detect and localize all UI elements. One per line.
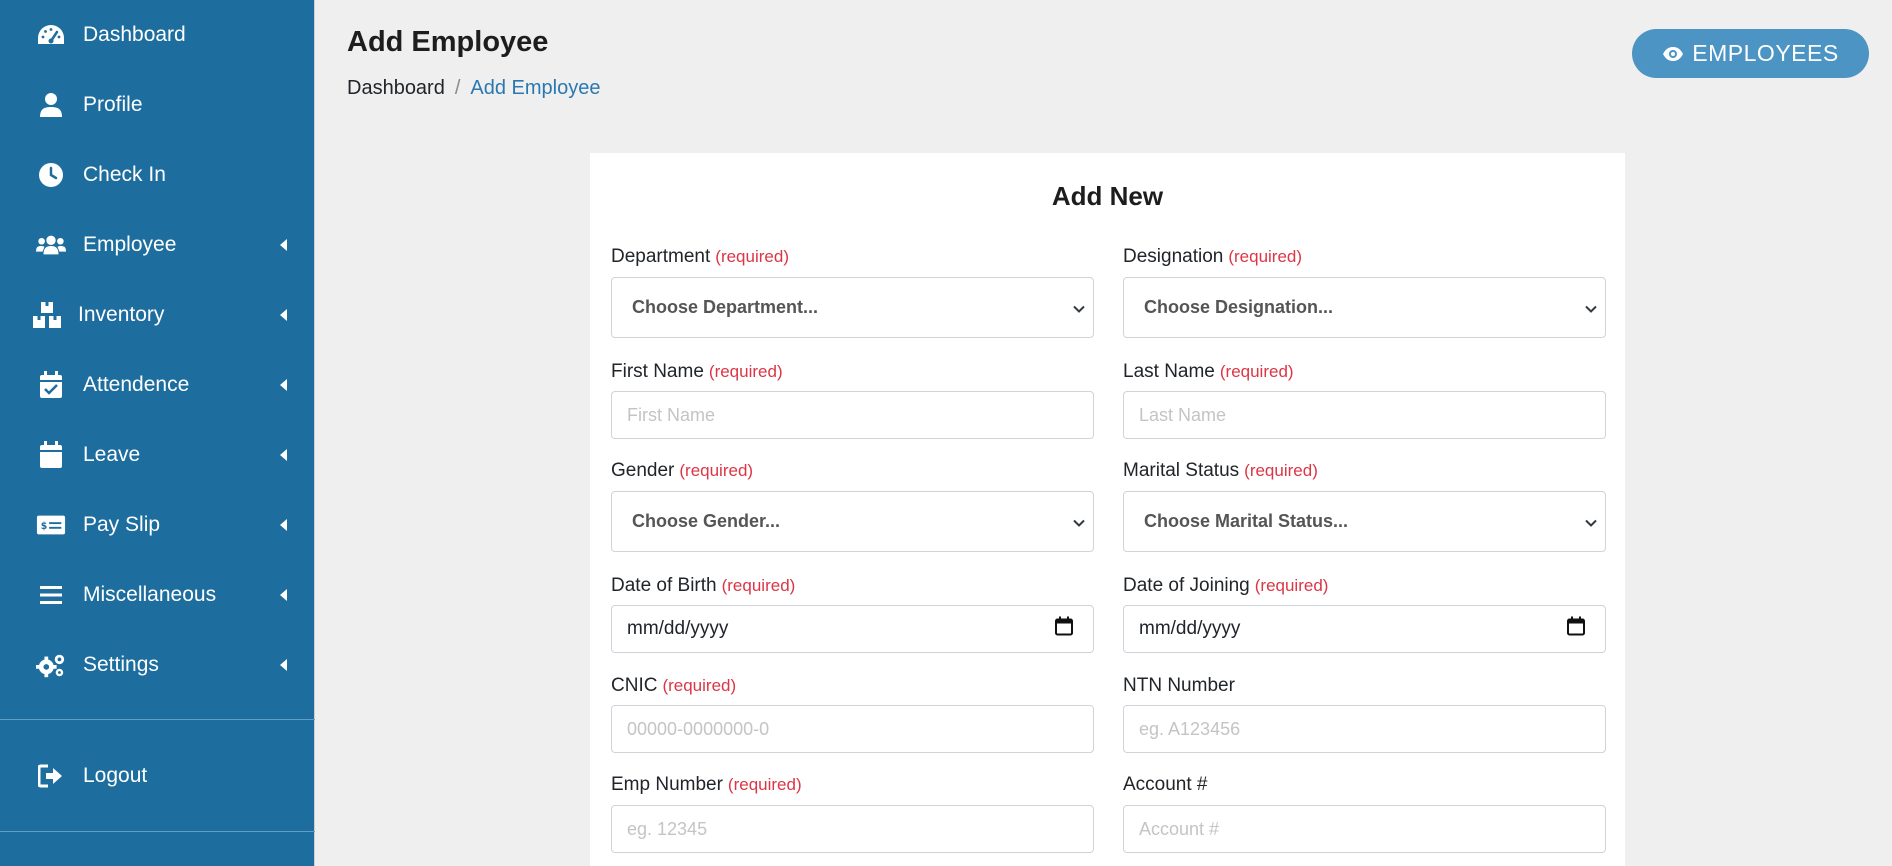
calendar-icon[interactable] (1055, 616, 1073, 642)
sidebar: Dashboard Profile Check In Employee Inve… (0, 0, 315, 866)
add-employee-form-card: Add New Department (required) Choose Depa… (590, 153, 1625, 866)
gender-select[interactable]: Choose Gender... (611, 491, 1094, 552)
chevron-down-icon (1073, 511, 1085, 532)
breadcrumb-separator: / (454, 77, 461, 99)
eye-icon (1662, 46, 1692, 62)
department-label: Department (required) (611, 246, 789, 267)
caret-left-icon (280, 519, 287, 531)
calendar-check-icon (36, 370, 66, 400)
employees-button-label: EMPLOYEES (1692, 40, 1839, 66)
cnic-input[interactable] (611, 705, 1094, 753)
sidebar-item-settings[interactable]: Settings (0, 630, 315, 700)
chevron-down-icon (1585, 297, 1597, 318)
caret-left-icon (280, 589, 287, 601)
sidebar-divider (0, 831, 315, 832)
first-name-input[interactable] (611, 391, 1094, 439)
dob-label: Date of Birth (required) (611, 575, 796, 596)
chevron-down-icon (1073, 297, 1085, 318)
calendar-icon (36, 440, 66, 470)
sidebar-item-inventory[interactable]: Inventory (0, 280, 315, 350)
svg-text:$: $ (41, 521, 48, 532)
sidebar-item-profile[interactable]: Profile (0, 70, 315, 140)
designation-select-value: Choose Designation... (1144, 297, 1334, 317)
sidebar-item-pay-slip[interactable]: $ Pay Slip (0, 490, 315, 560)
caret-left-icon (280, 449, 287, 461)
emp-number-label: Emp Number (required) (611, 774, 802, 795)
sidebar-item-miscellaneous[interactable]: Miscellaneous (0, 560, 315, 630)
breadcrumb: Dashboard / Add Employee (347, 77, 600, 100)
dob-date-input[interactable]: mm/dd/yyyy (611, 605, 1094, 653)
emp-number-input[interactable] (611, 805, 1094, 853)
caret-left-icon (280, 309, 287, 321)
chevron-down-icon (1585, 511, 1597, 532)
sidebar-item-employee[interactable]: Employee (0, 210, 315, 280)
sidebar-item-check-in[interactable]: Check In (0, 140, 315, 210)
form-title: Add New (1051, 181, 1164, 211)
breadcrumb-current: Add Employee (470, 77, 601, 99)
sidebar-item-label: Leave (83, 443, 141, 466)
sidebar-item-label: Settings (83, 653, 159, 676)
caret-left-icon (280, 379, 287, 391)
page-title: Add Employee (347, 26, 549, 58)
cogs-icon (36, 650, 66, 680)
sidebar-item-attendence[interactable]: Attendence (0, 350, 315, 420)
caret-left-icon (280, 239, 287, 251)
sidebar-item-label: Dashboard (83, 23, 186, 46)
doj-label: Date of Joining (required) (1123, 575, 1329, 596)
sidebar-item-logout[interactable]: Logout (0, 741, 315, 811)
bars-icon (36, 580, 66, 610)
ntn-number-label: NTN Number (1123, 675, 1235, 696)
sidebar-divider (0, 719, 315, 720)
sidebar-item-label: Check In (83, 163, 166, 186)
cnic-label: CNIC (required) (611, 675, 737, 696)
department-select-value: Choose Department... (632, 297, 819, 317)
breadcrumb-dashboard-link[interactable]: Dashboard (347, 77, 445, 100)
designation-select[interactable]: Choose Designation... (1123, 277, 1606, 338)
account-number-input[interactable] (1123, 805, 1606, 853)
gender-select-value: Choose Gender... (632, 511, 781, 531)
designation-label: Designation (required) (1123, 246, 1303, 267)
account-number-label: Account # (1123, 774, 1208, 795)
marital-status-label: Marital Status (required) (1123, 460, 1318, 481)
sidebar-item-dashboard[interactable]: Dashboard (0, 0, 315, 70)
clock-icon (36, 160, 66, 190)
gender-label: Gender (required) (611, 460, 754, 481)
sidebar-item-label: Employee (83, 233, 177, 256)
sidebar-item-label: Pay Slip (83, 513, 161, 536)
doj-date-input[interactable]: mm/dd/yyyy (1123, 605, 1606, 653)
sidebar-item-label: Miscellaneous (83, 583, 217, 606)
marital-status-select-value: Choose Marital Status... (1144, 511, 1349, 531)
tachometer-icon (36, 20, 66, 50)
last-name-input[interactable] (1123, 391, 1606, 439)
sidebar-item-label: Inventory (78, 303, 165, 326)
sidebar-item-label: Attendence (83, 373, 190, 396)
boxes-icon (32, 300, 62, 330)
sidebar-item-leave[interactable]: Leave (0, 420, 315, 490)
dob-date-value: mm/dd/yyyy (627, 618, 729, 639)
department-select[interactable]: Choose Department... (611, 277, 1094, 338)
caret-left-icon (280, 659, 287, 671)
sidebar-item-label: Profile (83, 93, 143, 116)
sidebar-item-label: Logout (83, 764, 148, 787)
marital-status-select[interactable]: Choose Marital Status... (1123, 491, 1606, 552)
last-name-label: Last Name (required) (1123, 361, 1294, 382)
money-check-icon: $ (36, 510, 66, 540)
ntn-number-input[interactable] (1123, 705, 1606, 753)
first-name-label: First Name (required) (611, 361, 783, 382)
calendar-icon[interactable] (1567, 616, 1585, 642)
employees-button[interactable]: EMPLOYEES (1632, 29, 1869, 78)
users-icon (36, 230, 66, 260)
doj-date-value: mm/dd/yyyy (1139, 618, 1241, 639)
user-icon (36, 90, 66, 120)
sign-out-icon (36, 761, 66, 791)
